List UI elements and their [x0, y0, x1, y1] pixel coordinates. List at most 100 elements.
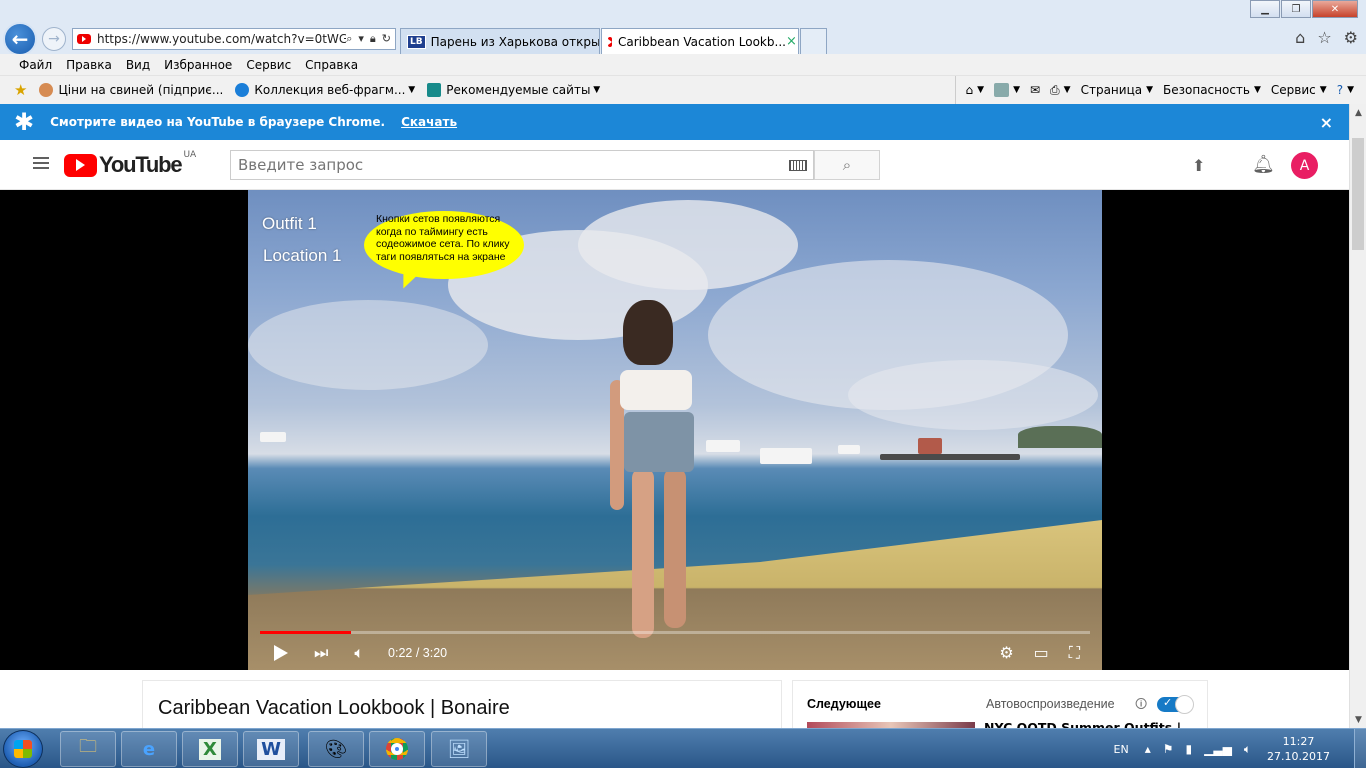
address-bar[interactable]: https://www.youtube.com/watch?v=0tWG( ⌕ …: [72, 28, 396, 50]
print-command[interactable]: ⎙ ▼: [1050, 83, 1071, 98]
play-button[interactable]: [274, 645, 288, 661]
tab-youtube[interactable]: Caribbean Vacation Lookb... ×: [601, 28, 799, 54]
bing-icon: [427, 83, 442, 97]
gear-icon[interactable]: ⚙: [1344, 28, 1358, 47]
chevron-up-icon[interactable]: ▴: [1145, 742, 1151, 757]
page-scrollbar[interactable]: ▲ ▼: [1349, 104, 1366, 728]
paint-taskbar-button[interactable]: 🎨︎: [308, 731, 364, 767]
autoplay-toggle[interactable]: ✓: [1157, 695, 1194, 714]
system-tray: EN ▴ ⚑ ▮ ▁▃▅ 🔈︎ 11:27 27.10.2017: [1114, 729, 1366, 768]
ie-icon: [235, 83, 250, 97]
up-next-label: Следующее: [807, 697, 881, 711]
windows-logo-icon: [14, 740, 32, 758]
tab-lb[interactable]: LB Парень из Харькова открыл ...: [400, 28, 600, 54]
photo-viewer-taskbar-button[interactable]: 🖼︎: [431, 731, 487, 767]
tools-menu[interactable]: Сервис ▼: [1271, 83, 1327, 97]
chevron-down-icon[interactable]: ▼: [590, 85, 600, 95]
minimize-button[interactable]: ▁: [1250, 0, 1280, 18]
word-taskbar-button[interactable]: W: [243, 731, 299, 767]
theater-mode-icon[interactable]: ▭: [1034, 643, 1049, 663]
clock[interactable]: 11:27 27.10.2017: [1267, 734, 1330, 764]
outfit-tag-button[interactable]: Outfit 1: [262, 214, 317, 234]
menu-icon[interactable]: [33, 157, 49, 172]
forward-button[interactable]: →: [42, 27, 66, 51]
menu-bar: Файл Правка Вид Избранное Сервис Справка: [0, 54, 1366, 76]
address-url[interactable]: https://www.youtube.com/watch?v=0tWG(: [97, 32, 346, 46]
volume-button[interactable]: 🔈︎: [354, 643, 364, 663]
favorite-item-pigs[interactable]: Ціни на свиней (підприє...: [39, 83, 223, 97]
dropdown-icon[interactable]: ▾: [358, 32, 364, 46]
video-player[interactable]: Outfit 1 Location 1 Кнопки сетов появляю…: [0, 190, 1349, 670]
chevron-down-icon[interactable]: ▼: [405, 85, 415, 95]
favorites-star-icon[interactable]: ☆: [1317, 28, 1331, 47]
ie-taskbar-button[interactable]: e: [121, 731, 177, 767]
internet-explorer-icon: e: [142, 738, 156, 760]
scroll-down-icon[interactable]: ▼: [1350, 711, 1366, 728]
asterisk-icon: ✱: [14, 108, 35, 136]
youtube-logo[interactable]: YouTube UA: [64, 150, 196, 178]
menu-favorites[interactable]: Избранное: [164, 58, 232, 72]
menu-file[interactable]: Файл: [19, 58, 52, 72]
new-tab-button[interactable]: [800, 28, 827, 54]
chrome-promo-banner: ✱ Смотрите видео на YouTube в браузере C…: [0, 104, 1349, 140]
tab-close-icon[interactable]: ×: [786, 34, 797, 49]
folder-icon: 🗀: [79, 736, 97, 757]
menu-view[interactable]: Вид: [126, 58, 150, 72]
search-icon[interactable]: ⌕: [346, 32, 352, 46]
page-menu[interactable]: Страница ▼: [1081, 83, 1153, 97]
signal-icon[interactable]: ▁▃▅: [1204, 742, 1232, 757]
explorer-taskbar-button[interactable]: 🗀: [60, 731, 116, 767]
next-button[interactable]: ⏭︎: [314, 643, 328, 663]
back-button[interactable]: ←: [3, 22, 37, 56]
keyboard-icon[interactable]: [789, 159, 807, 171]
refresh-icon[interactable]: ↻: [382, 32, 391, 46]
search-box: [230, 150, 814, 180]
show-desktop-button[interactable]: [1354, 729, 1366, 768]
player-controls: ⏭︎ 🔈︎ 0:22 / 3:20 ⚙ ▭ ⛶: [248, 636, 1102, 670]
home-icon[interactable]: ⌂: [1295, 28, 1305, 47]
favorite-label: Коллекция веб-фрагм...: [254, 83, 406, 97]
mail-command[interactable]: ✉: [1030, 83, 1040, 97]
restore-button[interactable]: ❐: [1281, 0, 1311, 18]
menu-tools[interactable]: Сервис: [246, 58, 291, 72]
volume-icon[interactable]: 🔈︎: [1244, 742, 1251, 757]
help-icon: ?: [1336, 83, 1344, 97]
volume-icon: 🔈︎: [354, 643, 365, 662]
flag-icon[interactable]: ⚑: [1163, 742, 1174, 757]
search-input[interactable]: [231, 156, 789, 174]
scroll-thumb[interactable]: [1352, 138, 1364, 250]
scroll-up-icon[interactable]: ▲: [1350, 104, 1366, 121]
chrome-taskbar-button[interactable]: [369, 731, 425, 767]
progress-bar[interactable]: [260, 631, 1090, 634]
up-next-card: Следующее Автовоспроизведение 🛈 ✓ NYC OO…: [792, 680, 1208, 729]
download-link[interactable]: Скачать: [401, 115, 457, 129]
menu-help[interactable]: Справка: [305, 58, 358, 72]
upload-icon[interactable]: ⬆: [1192, 156, 1205, 175]
favorites-star-icon[interactable]: ★: [14, 81, 27, 99]
favorite-item-suggested[interactable]: Рекомендуемые сайты ▼: [427, 83, 600, 97]
search-button[interactable]: ⌕: [814, 150, 880, 180]
location-tag-button[interactable]: Location 1: [263, 246, 341, 266]
language-indicator[interactable]: EN: [1114, 743, 1129, 756]
settings-gear-icon[interactable]: ⚙: [999, 643, 1013, 663]
skip-next-icon: ⏭︎: [314, 643, 329, 662]
favorite-item-webslices[interactable]: Коллекция веб-фрагм... ▼: [235, 83, 415, 97]
power-icon[interactable]: ▮: [1186, 742, 1193, 757]
start-button[interactable]: [3, 730, 43, 768]
close-icon[interactable]: ×: [1320, 113, 1333, 132]
excel-taskbar-button[interactable]: X: [182, 731, 238, 767]
avatar[interactable]: A: [1291, 152, 1318, 179]
fullscreen-icon[interactable]: ⛶: [1069, 643, 1080, 663]
bell-icon[interactable]: 🔔︎: [1252, 154, 1275, 175]
info-icon[interactable]: 🛈: [1135, 695, 1147, 716]
close-window-button[interactable]: ✕: [1312, 0, 1358, 18]
progress-fill: [260, 631, 352, 634]
menu-edit[interactable]: Правка: [66, 58, 112, 72]
safety-menu[interactable]: Безопасность ▼: [1163, 83, 1261, 97]
search-icon: ⌕: [842, 156, 852, 174]
command-label: Сервис: [1270, 83, 1316, 97]
home-command[interactable]: ⌂ ▼: [966, 83, 985, 97]
lock-icon[interactable]: 🔒︎: [370, 32, 376, 46]
help-command[interactable]: ? ▼: [1337, 83, 1354, 97]
feeds-command[interactable]: ▼: [994, 83, 1020, 97]
